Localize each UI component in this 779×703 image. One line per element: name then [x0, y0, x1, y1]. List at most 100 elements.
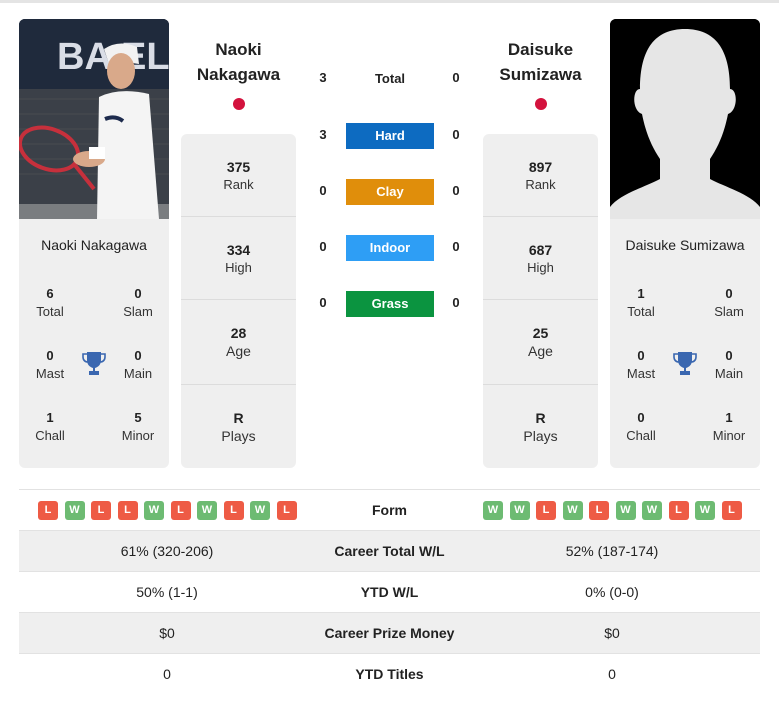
player1-stats-column: 375 Rank 334 High 28 Age R Plays	[181, 134, 296, 468]
player2-value: 52% (187-174)	[565, 543, 659, 559]
player1-count: 0	[319, 239, 327, 254]
player2-rank: 897 Rank	[483, 158, 598, 194]
form-loss-badge[interactable]: L	[170, 501, 191, 520]
value: 0	[725, 348, 733, 363]
value: 0	[637, 348, 645, 363]
form-win-badge[interactable]: W	[64, 501, 85, 520]
form-win-badge[interactable]: W	[642, 501, 662, 520]
surface-badge-clay[interactable]: Clay	[346, 179, 434, 205]
player2-stats-column: 897 Rank 687 High 25 Age R Plays	[483, 134, 598, 468]
player2-value: $0	[604, 625, 620, 641]
player1-titles-main: 0 Main	[108, 347, 168, 383]
player2-age: 25 Age	[483, 324, 598, 360]
label: Main	[123, 366, 153, 381]
form-loss-badge[interactable]: L	[721, 501, 742, 520]
surface-badge-indoor[interactable]: Indoor	[346, 235, 434, 261]
h2h-row-grass: 0 Grass 0	[310, 291, 470, 317]
player2-titles-card: Daisuke Sumizawa 1 Total 0 Slam 0 Mast 0…	[610, 219, 760, 468]
player1-name[interactable]: Naoki Nakagawa	[181, 37, 296, 87]
h2h-row-indoor: 0 Indoor 0	[310, 235, 470, 261]
form-win-badge[interactable]: W	[197, 501, 217, 520]
player2-first-name: Daisuke	[507, 40, 574, 59]
form-loss-badge[interactable]: L	[91, 501, 111, 520]
value: 25	[532, 325, 549, 341]
surface-badge-total[interactable]: Total	[346, 66, 434, 92]
value: 1	[46, 410, 54, 425]
player1-titles-mast: 0 Mast	[20, 347, 80, 383]
row-label: Career Total W/L	[334, 543, 445, 559]
player2-flag-icon	[535, 98, 547, 110]
form-win-badge[interactable]: W	[615, 501, 636, 520]
label: Rank	[223, 177, 254, 192]
form-win-badge[interactable]: W	[695, 501, 715, 520]
label: Mast	[626, 366, 656, 381]
form-loss-badge[interactable]: L	[223, 501, 244, 520]
label: Rank	[525, 177, 556, 192]
player2-titles-total: 1 Total	[611, 285, 671, 321]
player1-form: LWLLWLWLWL	[38, 501, 297, 520]
label: Minor	[712, 428, 746, 443]
form-win-badge[interactable]: W	[483, 501, 503, 520]
row-label: Career Prize Money	[324, 625, 455, 641]
player2-titles-main: 0 Main	[699, 347, 759, 383]
form-win-badge[interactable]: W	[562, 501, 583, 520]
divider	[181, 216, 296, 217]
player2-high: 687 High	[483, 241, 598, 277]
divider	[483, 216, 598, 217]
row-label: Form	[372, 502, 407, 518]
trophy-icon	[82, 352, 106, 375]
label: Chall	[626, 428, 656, 443]
label: Minor	[121, 428, 155, 443]
player1-value: $0	[159, 625, 175, 641]
label: Slam	[714, 304, 744, 319]
player1-age: 28 Age	[181, 324, 296, 360]
value: R	[535, 410, 546, 426]
h2h-row-hard: 3 Hard 0	[310, 123, 470, 149]
player1-titles-minor: 5 Minor	[108, 409, 168, 445]
player2-value: 0% (0-0)	[585, 584, 639, 600]
value: 375	[226, 159, 251, 175]
row-label: YTD Titles	[355, 666, 424, 682]
h2h-row-clay: 0 Clay 0	[310, 179, 470, 205]
value: 6	[46, 286, 54, 301]
h2h-row-total: 3 Total 0	[310, 66, 470, 92]
player2-count: 0	[452, 239, 460, 254]
form-loss-badge[interactable]: L	[589, 501, 609, 520]
label: High	[225, 260, 252, 275]
surface-badge-grass[interactable]: Grass	[346, 291, 434, 317]
label: Chall	[35, 428, 65, 443]
trophy-icon	[673, 352, 697, 375]
form-win-badge[interactable]: W	[509, 501, 530, 520]
form-win-badge[interactable]: W	[250, 501, 270, 520]
player1-high: 334 High	[181, 241, 296, 277]
label: Age	[528, 343, 553, 359]
player1-first-name: Naoki	[215, 40, 262, 59]
player1-value: 50% (1-1)	[136, 584, 198, 600]
player2-name[interactable]: Daisuke Sumizawa	[483, 37, 598, 87]
player1-titles-total: 6 Total	[20, 285, 80, 321]
comparison-row-prize-money: $0 Career Prize Money $0	[19, 612, 760, 653]
form-loss-badge[interactable]: L	[38, 501, 58, 520]
surface-badge-hard[interactable]: Hard	[346, 123, 434, 149]
divider	[483, 299, 598, 300]
form-win-badge[interactable]: W	[144, 501, 164, 520]
label: Total	[36, 304, 64, 319]
comparison-row-form: LWLLWLWLWL Form WWLWLWWLWL	[19, 489, 760, 530]
player1-plays: R Plays	[181, 409, 296, 445]
player1-value: 61% (320-206)	[120, 543, 214, 559]
form-loss-badge[interactable]: L	[668, 501, 689, 520]
value: 0	[134, 286, 142, 301]
form-loss-badge[interactable]: L	[117, 501, 138, 520]
player2-form: WWLWLWWLWL	[483, 501, 742, 520]
value: 0	[725, 286, 733, 301]
divider	[181, 299, 296, 300]
comparison-row-ytd-wl: 50% (1-1) YTD W/L 0% (0-0)	[19, 571, 760, 612]
value: 0	[134, 348, 142, 363]
value: 0	[637, 410, 645, 425]
form-loss-badge[interactable]: L	[536, 501, 556, 520]
comparison-row-ytd-titles: 0 YTD Titles 0	[19, 653, 760, 694]
label: Mast	[35, 366, 65, 381]
form-loss-badge[interactable]: L	[276, 501, 297, 520]
player1-card-name: Naoki Nakagawa	[41, 237, 147, 253]
player2-value: 0	[608, 666, 616, 682]
